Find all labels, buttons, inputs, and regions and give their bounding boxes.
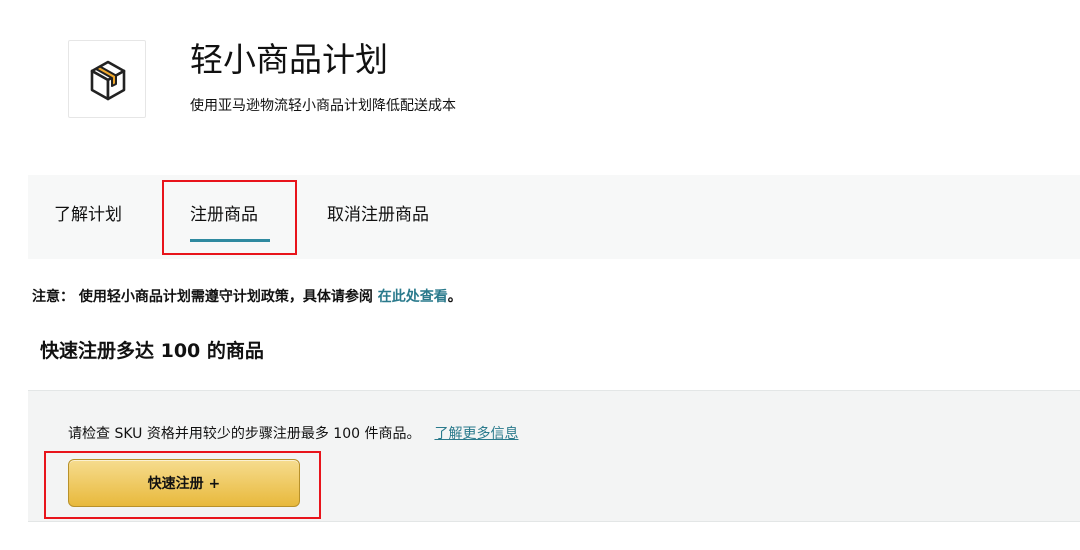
learn-more-link[interactable]: 了解更多信息 [434,426,518,442]
policy-notice: 注意： 使用轻小商品计划需遵守计划政策，具体请参阅 在此处查看。 [32,287,462,307]
quick-register-description: 请检查 SKU 资格并用较少的步骤注册最多 100 件商品。 [68,426,421,442]
tab-unregister-products[interactable]: 取消注册商品 [327,203,429,227]
page-subtitle: 使用亚马逊物流轻小商品计划降低配送成本 [190,98,456,114]
package-box-icon [90,60,126,101]
notice-text: 注意： 使用轻小商品计划需遵守计划政策，具体请参阅 [32,289,378,305]
tab-register-products[interactable]: 注册商品 [190,203,258,227]
notice-suffix: 。 [447,289,462,305]
tab-learn-program[interactable]: 了解计划 [54,203,122,227]
quick-register-description-row: 请检查 SKU 资格并用较少的步骤注册最多 100 件商品。 了解更多信息 [68,424,518,444]
page-title: 轻小商品计划 [190,40,388,79]
program-logo [68,40,146,118]
quick-register-button[interactable]: 快速注册 + [68,459,300,507]
tab-bar: 了解计划 注册商品 取消注册商品 [28,175,1080,259]
quick-register-panel: 请检查 SKU 资格并用较少的步骤注册最多 100 件商品。 了解更多信息 快速注… [28,390,1080,522]
quick-register-heading: 快速注册多达 100 的商品 [40,340,264,362]
active-tab-indicator [190,239,270,242]
view-policy-link[interactable]: 在此处查看 [378,289,448,305]
